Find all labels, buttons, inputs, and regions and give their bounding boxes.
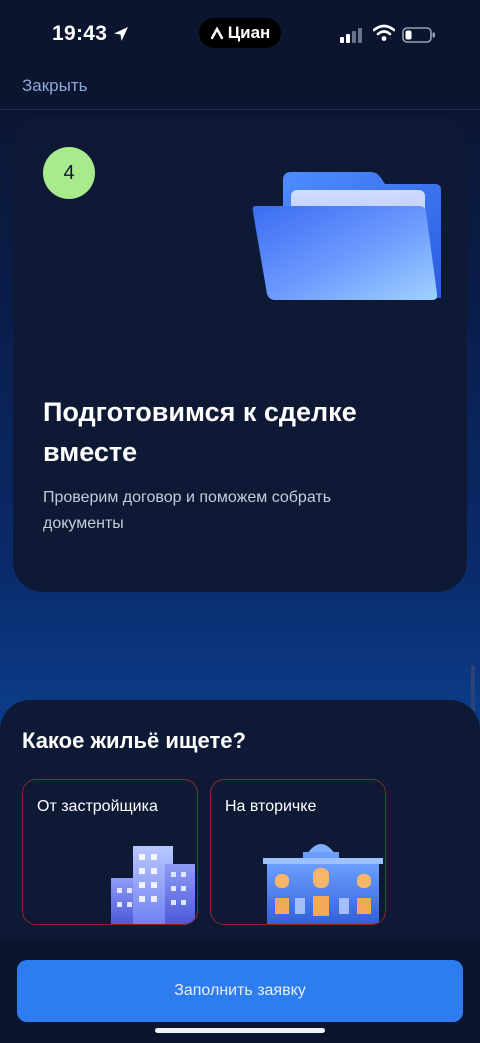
- folder-illustration: [252, 172, 441, 300]
- option-new-building[interactable]: От застройщика: [22, 779, 198, 925]
- housing-question-title: Какое жильё ищете?: [22, 728, 246, 753]
- app-indicator-pill[interactable]: Циан: [199, 18, 281, 48]
- battery-icon: [402, 27, 435, 43]
- wifi-icon: [373, 24, 395, 41]
- cellular-signal-icon: [340, 28, 362, 43]
- nav-bar: Закрыть: [0, 70, 480, 110]
- submit-application-button[interactable]: Заполнить заявку: [17, 960, 463, 1022]
- step-title: Подготовимся к сделке вместе: [43, 397, 357, 467]
- option-resale[interactable]: На вторичке: [210, 779, 386, 925]
- home-indicator[interactable]: [155, 1028, 325, 1033]
- step-number-badge: 4: [43, 147, 95, 199]
- status-time: 19:43: [52, 22, 108, 45]
- cian-logo-icon: [210, 26, 223, 40]
- resale-building-illustration: [263, 844, 383, 924]
- step-description: Проверим договор и поможем собрать докум…: [43, 489, 332, 532]
- status-bar: 19:43 Циан: [0, 0, 480, 70]
- new-building-illustration: [111, 846, 195, 924]
- option-label-new-building: От застройщика: [37, 798, 158, 815]
- close-button[interactable]: Закрыть: [22, 76, 87, 96]
- step-card: 4 Подготовимся к сделке вместе Проверим …: [13, 116, 467, 592]
- app-name: Циан: [227, 23, 271, 42]
- option-label-resale: На вторичке: [225, 798, 317, 815]
- location-arrow-icon: [114, 27, 128, 41]
